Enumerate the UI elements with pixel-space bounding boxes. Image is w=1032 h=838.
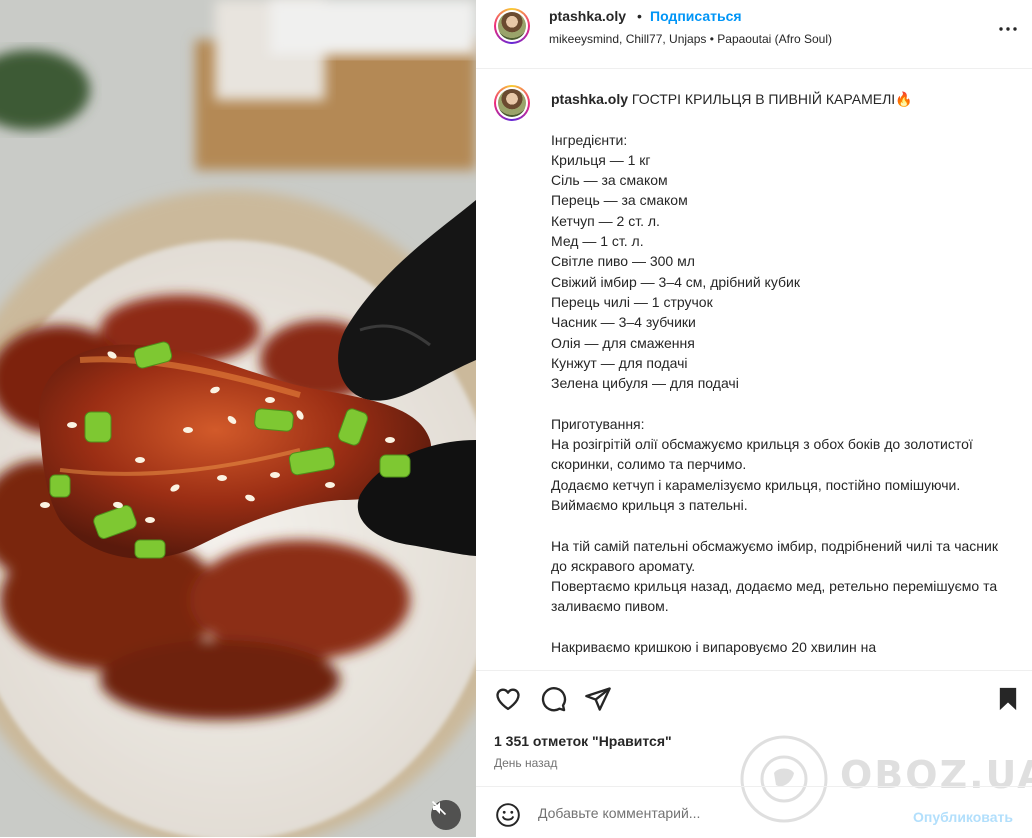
avatar[interactable] (494, 85, 530, 121)
likes-count[interactable]: 1 351 отметок "Нравится" (494, 733, 672, 749)
speaker-muted-icon (431, 800, 447, 816)
comment-bubble-icon[interactable] (539, 685, 567, 713)
publish-button[interactable]: Опубликовать (913, 809, 1013, 825)
separator-dot: • (637, 8, 642, 24)
caption-username[interactable]: ptashka.oly (551, 91, 628, 107)
mute-button[interactable] (431, 800, 461, 830)
paper-plane-icon[interactable] (584, 685, 612, 713)
audio-credits[interactable]: mikeeysmind, Chill77, Unjaps • Papaoutai… (549, 32, 832, 46)
post-details-panel: ptashka.oly • Подписаться mikeeysmind, C… (476, 0, 1032, 837)
post-caption: ptashka.oly ГОСТРІ КРИЛЬЦЯ В ПИВНІЙ КАРА… (551, 89, 1011, 657)
smiley-icon[interactable] (495, 802, 521, 828)
caption-text: ГОСТРІ КРИЛЬЦЯ В ПИВНІЙ КАРАМЕЛІ🔥 Інгред… (551, 91, 998, 656)
caption-scroll-area[interactable]: ptashka.oly ГОСТРІ КРИЛЬЦЯ В ПИВНІЙ КАРА… (476, 69, 1032, 671)
action-bar (476, 670, 1032, 730)
avatar[interactable] (494, 8, 530, 44)
post-header: ptashka.oly • Подписаться mikeeysmind, C… (476, 0, 1032, 69)
post-media-video[interactable] (0, 0, 476, 837)
follow-button[interactable]: Подписаться (650, 8, 742, 24)
bookmark-icon[interactable] (994, 685, 1022, 713)
heart-icon[interactable] (494, 685, 522, 713)
author-username[interactable]: ptashka.oly (549, 8, 626, 24)
food-photo (0, 0, 476, 837)
more-horizontal-icon[interactable] (996, 17, 1020, 41)
post-date[interactable]: День назад (494, 756, 557, 770)
comment-input[interactable] (538, 801, 898, 825)
comment-bar: Опубликовать (476, 786, 1032, 838)
